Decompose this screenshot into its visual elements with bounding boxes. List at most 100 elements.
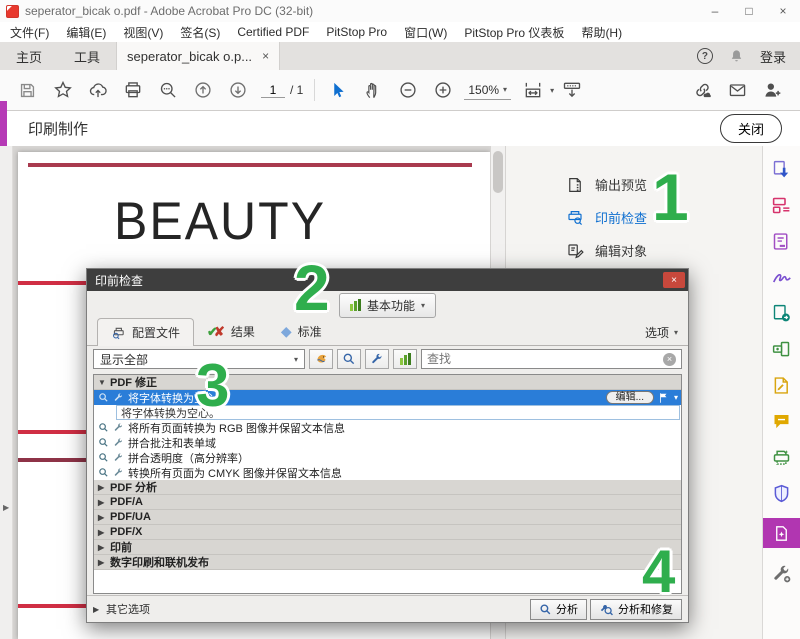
tab-home[interactable]: 主页 <box>0 42 58 70</box>
add-user-icon[interactable] <box>755 80 790 100</box>
favorites-star-icon[interactable] <box>45 80 80 100</box>
save-icon[interactable] <box>10 81 45 100</box>
options-dropdown[interactable]: 选项 ▾ <box>645 324 678 341</box>
section-prepress[interactable]: ▶ 印前 <box>94 540 681 555</box>
triangle-down-icon: ▼ <box>98 378 106 387</box>
edit-profile-wrench-icon[interactable] <box>365 349 389 369</box>
chevron-down-icon: ▾ <box>294 355 298 364</box>
sign-in-link[interactable]: 登录 <box>760 47 786 66</box>
email-icon[interactable] <box>720 80 755 100</box>
zoom-out-icon[interactable] <box>390 80 425 100</box>
close-tool-button[interactable]: 关闭 <box>720 114 782 143</box>
clear-search-icon[interactable]: × <box>663 353 676 366</box>
search-box[interactable]: × <box>421 349 682 369</box>
tab-bar: 主页 工具 seperator_bicak o.p... × ? 登录 <box>0 42 800 70</box>
request-signatures-icon[interactable] <box>771 374 793 396</box>
profile-manager-icon[interactable] <box>309 349 333 369</box>
search-profiles-icon[interactable] <box>337 349 361 369</box>
fix-mini-icon <box>113 467 124 478</box>
export-pdf-icon[interactable] <box>771 158 793 180</box>
section-digital-printing[interactable]: ▶ 数字印刷和联机发布 <box>94 555 681 570</box>
further-options-expander[interactable]: ▶ 其它选项 <box>93 601 150 617</box>
scrollbar-thumb[interactable] <box>493 151 503 193</box>
tool-edit-object[interactable]: 编辑对象 <box>506 234 762 267</box>
section-pdf-fixups[interactable]: ▼ PDF 修正 <box>94 375 681 390</box>
fixup-label: 将所有页面转换为 RGB 图像并保留文本信息 <box>128 420 345 436</box>
tab-tools[interactable]: 工具 <box>58 42 116 70</box>
print-icon[interactable] <box>115 80 150 100</box>
section-pdfx[interactable]: ▶ PDF/X <box>94 525 681 540</box>
section-pdfa[interactable]: ▶ PDF/A <box>94 495 681 510</box>
comment-icon[interactable] <box>771 410 793 432</box>
flag-icon[interactable] <box>658 392 670 404</box>
active-tool-selected[interactable] <box>763 518 800 548</box>
tab-profiles[interactable]: 配置文件 <box>97 318 194 346</box>
menu-view[interactable]: 视图(V) <box>123 24 163 41</box>
hand-tool-icon[interactable] <box>355 81 390 100</box>
navigation-pane-rail[interactable]: ▶ <box>0 146 13 639</box>
search-input[interactable] <box>427 352 659 366</box>
menu-sign[interactable]: 签名(S) <box>180 24 220 41</box>
fixup-row[interactable]: 拼合批注和表单域 <box>94 435 681 450</box>
flag-dropdown-icon[interactable]: ▾ <box>674 393 678 402</box>
fixup-row-selected[interactable]: 将字体转换为空心 编辑... ▾ <box>94 390 681 405</box>
library-bars-button[interactable] <box>393 349 417 369</box>
tab-close-icon[interactable]: × <box>262 49 269 63</box>
scrolling-mode-icon[interactable] <box>554 80 589 100</box>
menu-pitstop-dashboard[interactable]: PitStop Pro 仪表板 <box>464 24 564 41</box>
previous-page-icon[interactable] <box>185 80 220 100</box>
expand-pane-icon[interactable]: ▶ <box>3 503 9 512</box>
preflight-close-button[interactable]: × <box>663 272 685 288</box>
edit-profile-button[interactable]: 编辑... <box>606 391 654 404</box>
close-button[interactable]: × <box>766 0 800 22</box>
notifications-bell-icon[interactable] <box>729 48 744 64</box>
fixup-row[interactable]: 将所有页面转换为 RGB 图像并保留文本信息 <box>94 420 681 435</box>
share-link-icon[interactable] <box>685 80 720 100</box>
menu-certified-pdf[interactable]: Certified PDF <box>237 25 309 39</box>
tab-results[interactable]: ✔✘ 结果 <box>194 318 268 345</box>
chevron-down-icon: ▾ <box>503 85 507 94</box>
analyze-mini-icon <box>98 422 109 433</box>
window-controls: – □ × <box>698 0 800 22</box>
tool-preflight[interactable]: 印前检查 <box>506 201 762 234</box>
share-cloud-icon[interactable] <box>80 80 115 100</box>
preflight-icon <box>566 209 584 227</box>
fill-sign-icon[interactable] <box>771 266 793 288</box>
minimize-button[interactable]: – <box>698 0 732 22</box>
fixup-row[interactable]: 转换所有页面为 CMYK 图像并保留文本信息 <box>94 465 681 480</box>
zoom-in-icon[interactable] <box>425 80 460 100</box>
fit-width-icon[interactable] <box>515 80 550 100</box>
library-bars-icon <box>400 353 411 365</box>
combine-files-icon[interactable] <box>771 338 793 360</box>
next-page-icon[interactable] <box>220 80 255 100</box>
menu-pitstop-pro[interactable]: PitStop Pro <box>326 25 387 39</box>
section-pdf-analysis[interactable]: ▶ PDF 分析 <box>94 480 681 495</box>
zoom-level-select[interactable]: 150% ▾ <box>464 81 511 100</box>
tool-output-preview[interactable]: 输出预览 <box>506 168 762 201</box>
create-pdf-icon[interactable] <box>771 302 793 324</box>
menu-help[interactable]: 帮助(H) <box>581 24 622 41</box>
print-production-icon[interactable] <box>771 446 793 468</box>
menu-window[interactable]: 窗口(W) <box>404 24 447 41</box>
preflight-dialog-titlebar[interactable]: 印前检查 × <box>87 269 688 291</box>
further-options-label: 其它选项 <box>106 601 150 617</box>
add-tools-icon[interactable] <box>771 562 793 584</box>
edit-pdf-icon[interactable] <box>771 230 793 252</box>
find-icon[interactable] <box>150 80 185 100</box>
fixup-row[interactable]: 拼合透明度（高分辨率） <box>94 450 681 465</box>
maximize-button[interactable]: □ <box>732 0 766 22</box>
analyze-button[interactable]: 分析 <box>530 599 587 620</box>
select-tool-icon[interactable] <box>320 81 355 99</box>
organize-pages-icon[interactable] <box>771 194 793 216</box>
protect-icon[interactable] <box>771 482 793 504</box>
library-select-button[interactable]: 基本功能 ▾ <box>339 293 436 318</box>
help-icon[interactable]: ? <box>697 48 713 64</box>
triangle-right-icon: ▶ <box>98 543 106 552</box>
tab-document[interactable]: seperator_bicak o.p... × <box>116 42 280 70</box>
menu-file[interactable]: 文件(F) <box>10 24 49 41</box>
fixup-label: 拼合透明度（高分辨率） <box>128 450 249 466</box>
page-number-input[interactable] <box>261 83 285 98</box>
menu-edit[interactable]: 编辑(E) <box>66 24 106 41</box>
section-pdfua[interactable]: ▶ PDF/UA <box>94 510 681 525</box>
page-navigation: / 1 <box>261 83 303 98</box>
